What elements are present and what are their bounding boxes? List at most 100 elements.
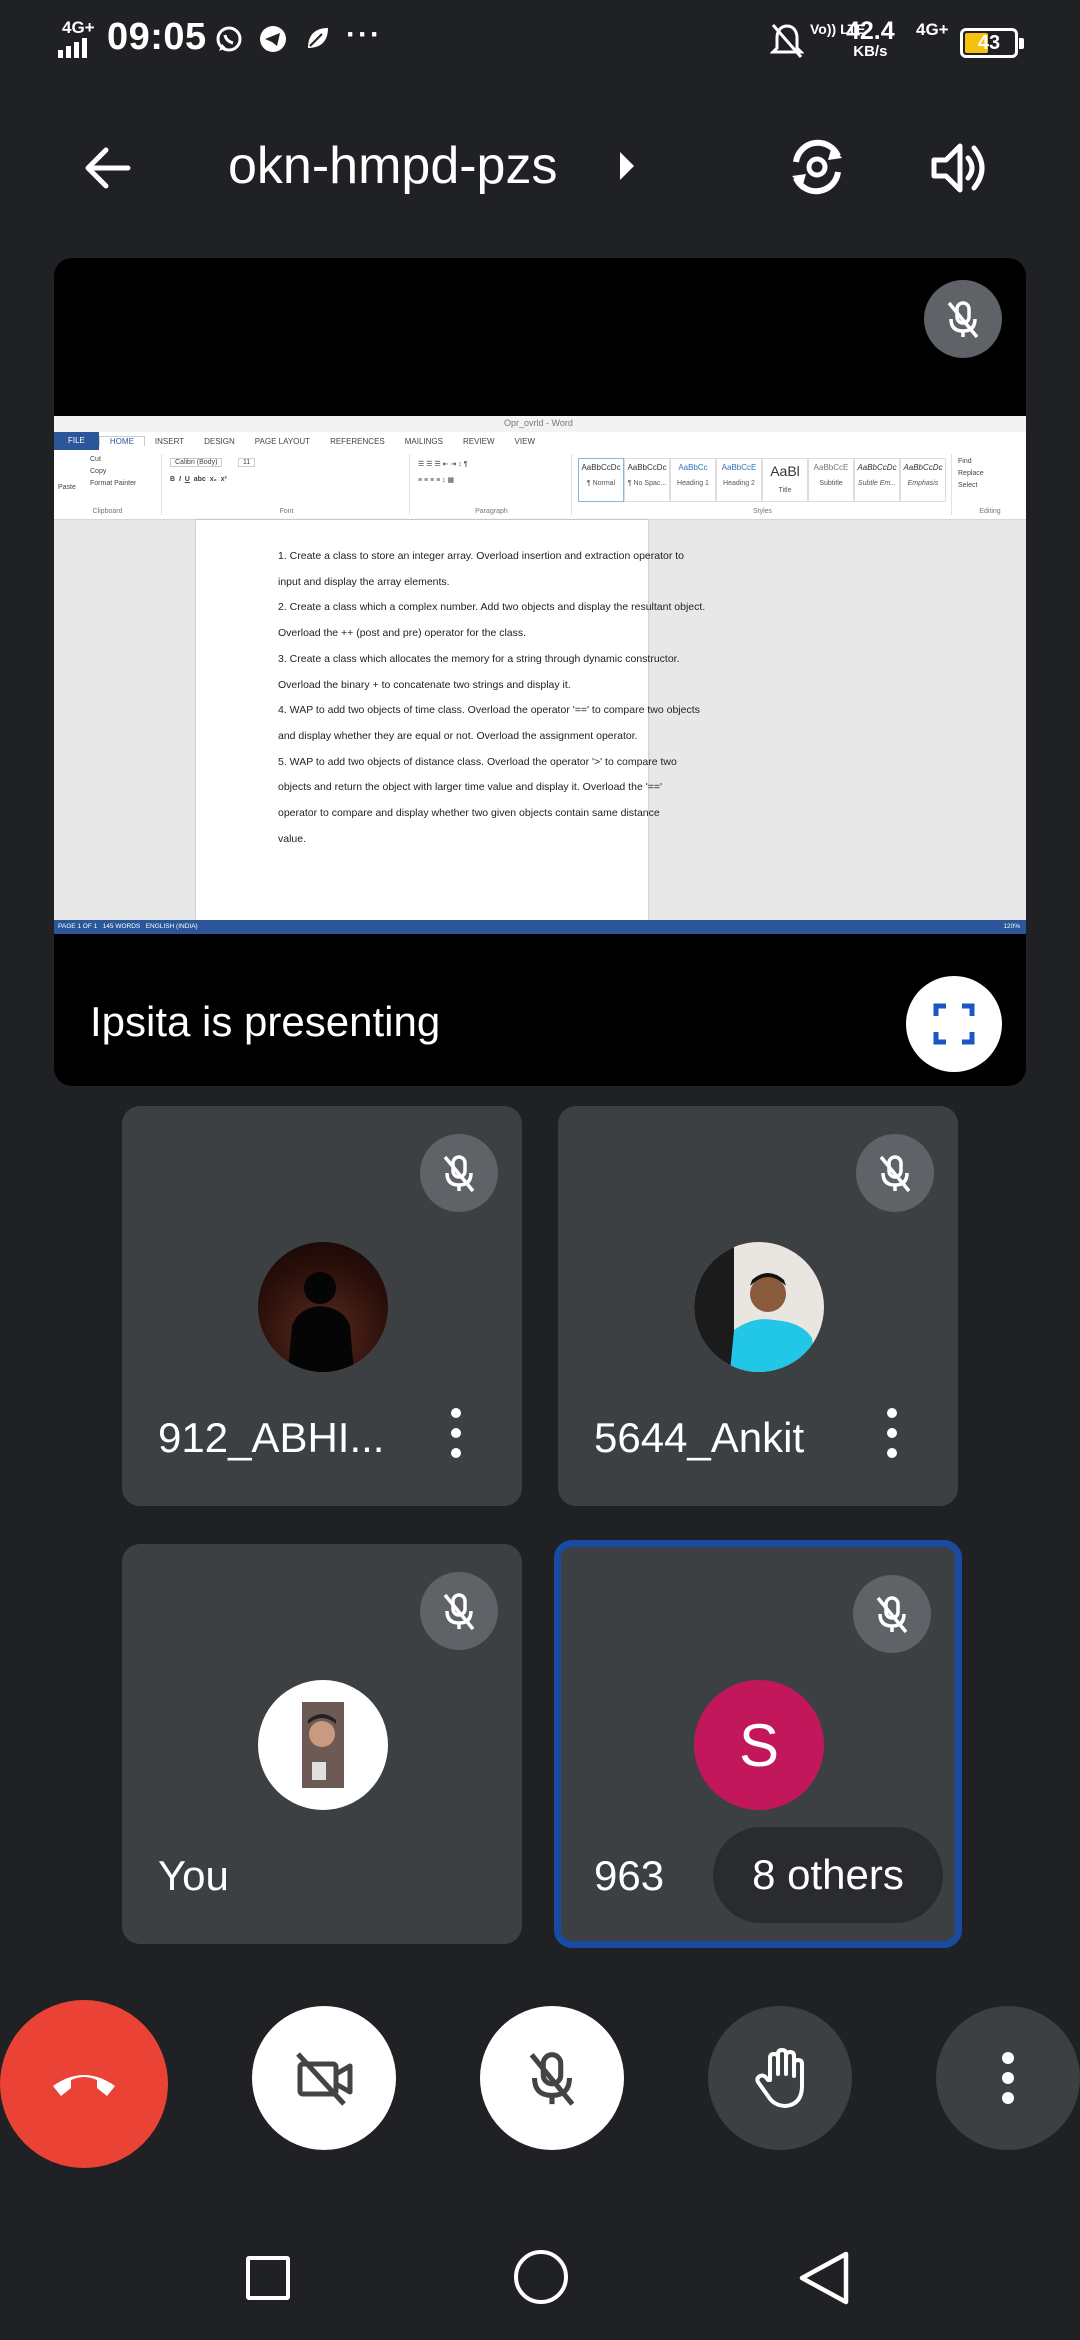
word-ribbon-tabs: FILE HOME INSERT DESIGN PAGE LAYOUT REFE… (54, 432, 1026, 450)
avatar (258, 1242, 388, 1372)
presenter-label: Ipsita is presenting (90, 998, 441, 1045)
back-icon[interactable] (794, 2248, 854, 2308)
font-size: 11 (238, 458, 256, 467)
end-call-icon (53, 2075, 115, 2096)
paragraph-caption: Paragraph (475, 508, 508, 515)
presenter-mic-off-icon (924, 280, 1002, 358)
switch-camera-icon[interactable] (782, 132, 852, 202)
mic-off-icon (529, 2052, 575, 2106)
word-page-count: PAGE 1 OF 1 (58, 923, 98, 930)
cut-label: Cut (90, 456, 101, 463)
speaker-icon[interactable] (928, 136, 992, 200)
cellular-signal-icon: 4G+ (56, 18, 96, 58)
battery-level: 43 (977, 32, 1001, 54)
word-title-bar: Opr_ovrld - Word (54, 416, 1026, 432)
document-line: and display whether they are equal or no… (278, 729, 638, 742)
status-overflow: ··· (346, 18, 382, 51)
avatar (694, 1242, 824, 1372)
recents-icon[interactable] (246, 2256, 290, 2300)
participant-tile[interactable]: 5644_Ankit (558, 1106, 958, 1506)
word-status-bar: PAGE 1 OF 1 145 WORDS ENGLISH (INDIA) 12… (54, 920, 1026, 934)
end-call-button[interactable] (0, 2000, 168, 2168)
editing-caption: Editing (979, 508, 1001, 515)
participant-name: 912_ABHI... (158, 1414, 385, 1461)
status-bar: 4G+ 09:05 ··· Vo)) LTE 42.4 KB/s 4G+ 43 (0, 0, 1080, 84)
style-emphasis: AaBbCcDc Emphasis (900, 458, 946, 502)
style-normal: AaBbCcDc ¶ Normal (578, 458, 624, 502)
document-line: input and display the array elements. (278, 575, 450, 588)
word-zoom: 120% (1003, 923, 1020, 930)
back-arrow-icon[interactable] (80, 140, 136, 196)
word-window-title: Opr_ovrld - Word (504, 418, 573, 428)
participant-tile-self[interactable]: You (122, 1544, 522, 1944)
word-tab: MAILINGS (404, 436, 443, 446)
document-line: Overload the ++ (post and pre) operator … (278, 627, 527, 640)
network-speed: 42.4 KB/s (846, 18, 895, 60)
shared-screen: Opr_ovrld - Word FILE HOME INSERT DESIGN… (54, 416, 1026, 934)
avatar-letter: S (694, 1680, 824, 1810)
network-type: 4G+ (62, 18, 95, 37)
word-tab: VIEW (514, 436, 535, 446)
word-tab: PAGE LAYOUT (254, 436, 311, 446)
document-line: 2. Create a class which a complex number… (278, 601, 706, 614)
word-page: 1. Create a class to store an integer ar… (196, 520, 706, 920)
raise-hand-icon (755, 2048, 804, 2108)
meeting-details-caret-icon[interactable] (620, 152, 634, 180)
paste-label: Paste (58, 484, 76, 491)
participant-tile[interactable]: 912_ABHI... (122, 1106, 522, 1506)
document-line: 1. Create a class to store an integer ar… (278, 550, 685, 562)
microphone-toggle-button[interactable] (480, 2006, 624, 2150)
paragraph-group: ☰ ☰ ☰ ⇤ ⇥ ↕ ¶ ≡ ≡ ≡ ≡ ↕ ▦ Paragraph (412, 454, 572, 515)
styles-group: AaBbCcDc ¶ Normal AaBbCcDc ¶ No Spac... Aa… (574, 454, 952, 515)
word-ribbon: Paste Cut Copy Format Painter Clipboard … (54, 450, 1026, 520)
participant-name: 5644_Ankit (594, 1414, 805, 1461)
camera-off-icon (296, 2052, 353, 2106)
document-line: value. (278, 832, 307, 845)
participant-name: 963 (594, 1852, 665, 1899)
more-vert-icon (1002, 2052, 1014, 2104)
word-tab: HOME (98, 436, 145, 446)
format-painter-label: Format Painter (90, 480, 137, 487)
raise-hand-button[interactable] (708, 2006, 852, 2150)
mic-off-icon (853, 1575, 931, 1653)
style-heading-2: AaBbCcE Heading 2 (716, 458, 762, 502)
mic-off-icon (420, 1572, 498, 1650)
more-options-button[interactable] (936, 2006, 1080, 2150)
mic-off-icon (420, 1134, 498, 1212)
word-tab: INSERT (154, 436, 185, 446)
style-subtle-emphasis: AaBbCcDc Subtle Em... (854, 458, 900, 502)
editing-group: Find Replace Select Editing (954, 454, 1026, 515)
more-options-icon[interactable] (882, 1408, 902, 1458)
more-options-icon[interactable] (446, 1408, 466, 1458)
word-tab: REVIEW (462, 436, 495, 446)
styles-caption: Styles (752, 508, 773, 515)
participant-name: You (158, 1852, 229, 1899)
word-tab: FILE (54, 432, 99, 450)
speed-unit: KB/s (853, 43, 888, 60)
meeting-code[interactable]: okn-hmpd-pzs (228, 136, 557, 196)
presentation-tile[interactable]: Opr_ovrld - Word FILE HOME INSERT DESIGN… (54, 258, 1026, 1086)
document-line: 3. Create a class which allocates the me… (278, 652, 680, 665)
font-caption: Font (279, 508, 294, 515)
document-line: 4. WAP to add two objects of time class.… (278, 704, 700, 717)
others-count-pill[interactable]: 8 others (713, 1827, 943, 1923)
camera-toggle-button[interactable] (252, 2006, 396, 2150)
replace-label: Replace (958, 470, 984, 477)
copy-label: Copy (90, 468, 107, 475)
clipboard-caption: Clipboard (92, 508, 123, 515)
style-subtitle: AaBbCcE Subtitle (808, 458, 854, 502)
whatsapp-icon (216, 26, 242, 52)
font-group: Calibri (Body) 11 B I U abc x₂ x² Font (164, 454, 410, 515)
word-tab: REFERENCES (330, 436, 385, 446)
home-icon[interactable] (514, 2250, 568, 2304)
fullscreen-button[interactable] (906, 976, 1002, 1072)
word-language: ENGLISH (INDIA) (145, 923, 198, 930)
fullscreen-icon (933, 1003, 975, 1045)
word-tab: DESIGN (204, 436, 235, 446)
telegram-icon (260, 26, 286, 52)
speed-value: 42.4 (846, 17, 895, 45)
clock: 09:05 (107, 16, 207, 58)
notifications-off-icon (770, 24, 804, 58)
participant-tile-group[interactable]: S 963 8 others (554, 1540, 962, 1948)
select-label: Select (958, 482, 978, 489)
